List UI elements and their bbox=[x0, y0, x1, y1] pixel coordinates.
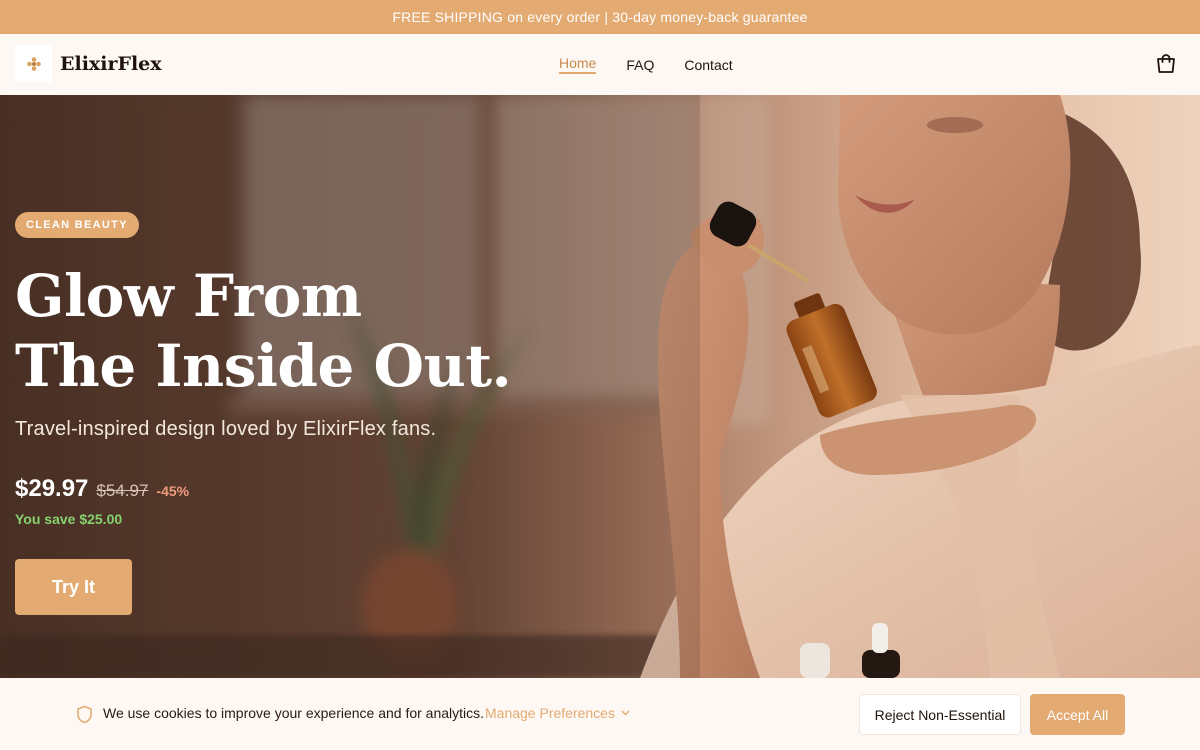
nav-link-home[interactable]: Home bbox=[559, 55, 597, 74]
reject-non-essential-button[interactable]: Reject Non-Essential bbox=[859, 694, 1021, 735]
shopping-bag-icon[interactable] bbox=[1154, 52, 1178, 76]
flower-icon bbox=[15, 45, 52, 82]
hero-section: CLEAN BEAUTY Glow From The Inside Out. T… bbox=[0, 95, 1200, 678]
announcement-bar: FREE SHIPPING on every order | 30-day mo… bbox=[0, 0, 1200, 34]
nav-link-faq[interactable]: FAQ bbox=[626, 57, 654, 73]
hero-headline-line-1: Glow From bbox=[15, 262, 362, 330]
current-price: $29.97 bbox=[15, 475, 89, 502]
manage-preferences-link[interactable]: Manage Preferences bbox=[485, 705, 630, 721]
hero-headline-line-2: The Inside Out. bbox=[15, 332, 512, 400]
original-price: $54.97 bbox=[96, 481, 149, 500]
hero-headline: Glow From The Inside Out. bbox=[15, 261, 512, 401]
try-it-button[interactable]: Try It bbox=[15, 559, 132, 615]
main-nav: Home FAQ Contact bbox=[559, 34, 733, 95]
logo[interactable]: ElixirFlex bbox=[15, 45, 162, 82]
price-row: $29.97 $54.97 -45% bbox=[15, 475, 189, 503]
brand-name: ElixirFlex bbox=[60, 52, 162, 75]
manage-preferences-label: Manage Preferences bbox=[485, 705, 615, 721]
cookie-banner: We use cookies to improve your experienc… bbox=[0, 678, 1200, 750]
site-header: ElixirFlex Home FAQ Contact bbox=[0, 34, 1200, 95]
category-badge: CLEAN BEAUTY bbox=[15, 212, 139, 238]
chevron-down-icon bbox=[621, 710, 630, 716]
cookie-message: We use cookies to improve your experienc… bbox=[103, 705, 485, 721]
shield-icon bbox=[76, 705, 93, 724]
announcement-text: FREE SHIPPING on every order | 30-day mo… bbox=[392, 9, 808, 25]
accept-all-button[interactable]: Accept All bbox=[1030, 694, 1125, 735]
hero-subheadline: Travel-inspired design loved by ElixirFl… bbox=[15, 418, 437, 440]
nav-link-contact[interactable]: Contact bbox=[684, 57, 732, 73]
savings-text: You save $25.00 bbox=[15, 511, 123, 527]
discount-badge: -45% bbox=[156, 483, 190, 499]
